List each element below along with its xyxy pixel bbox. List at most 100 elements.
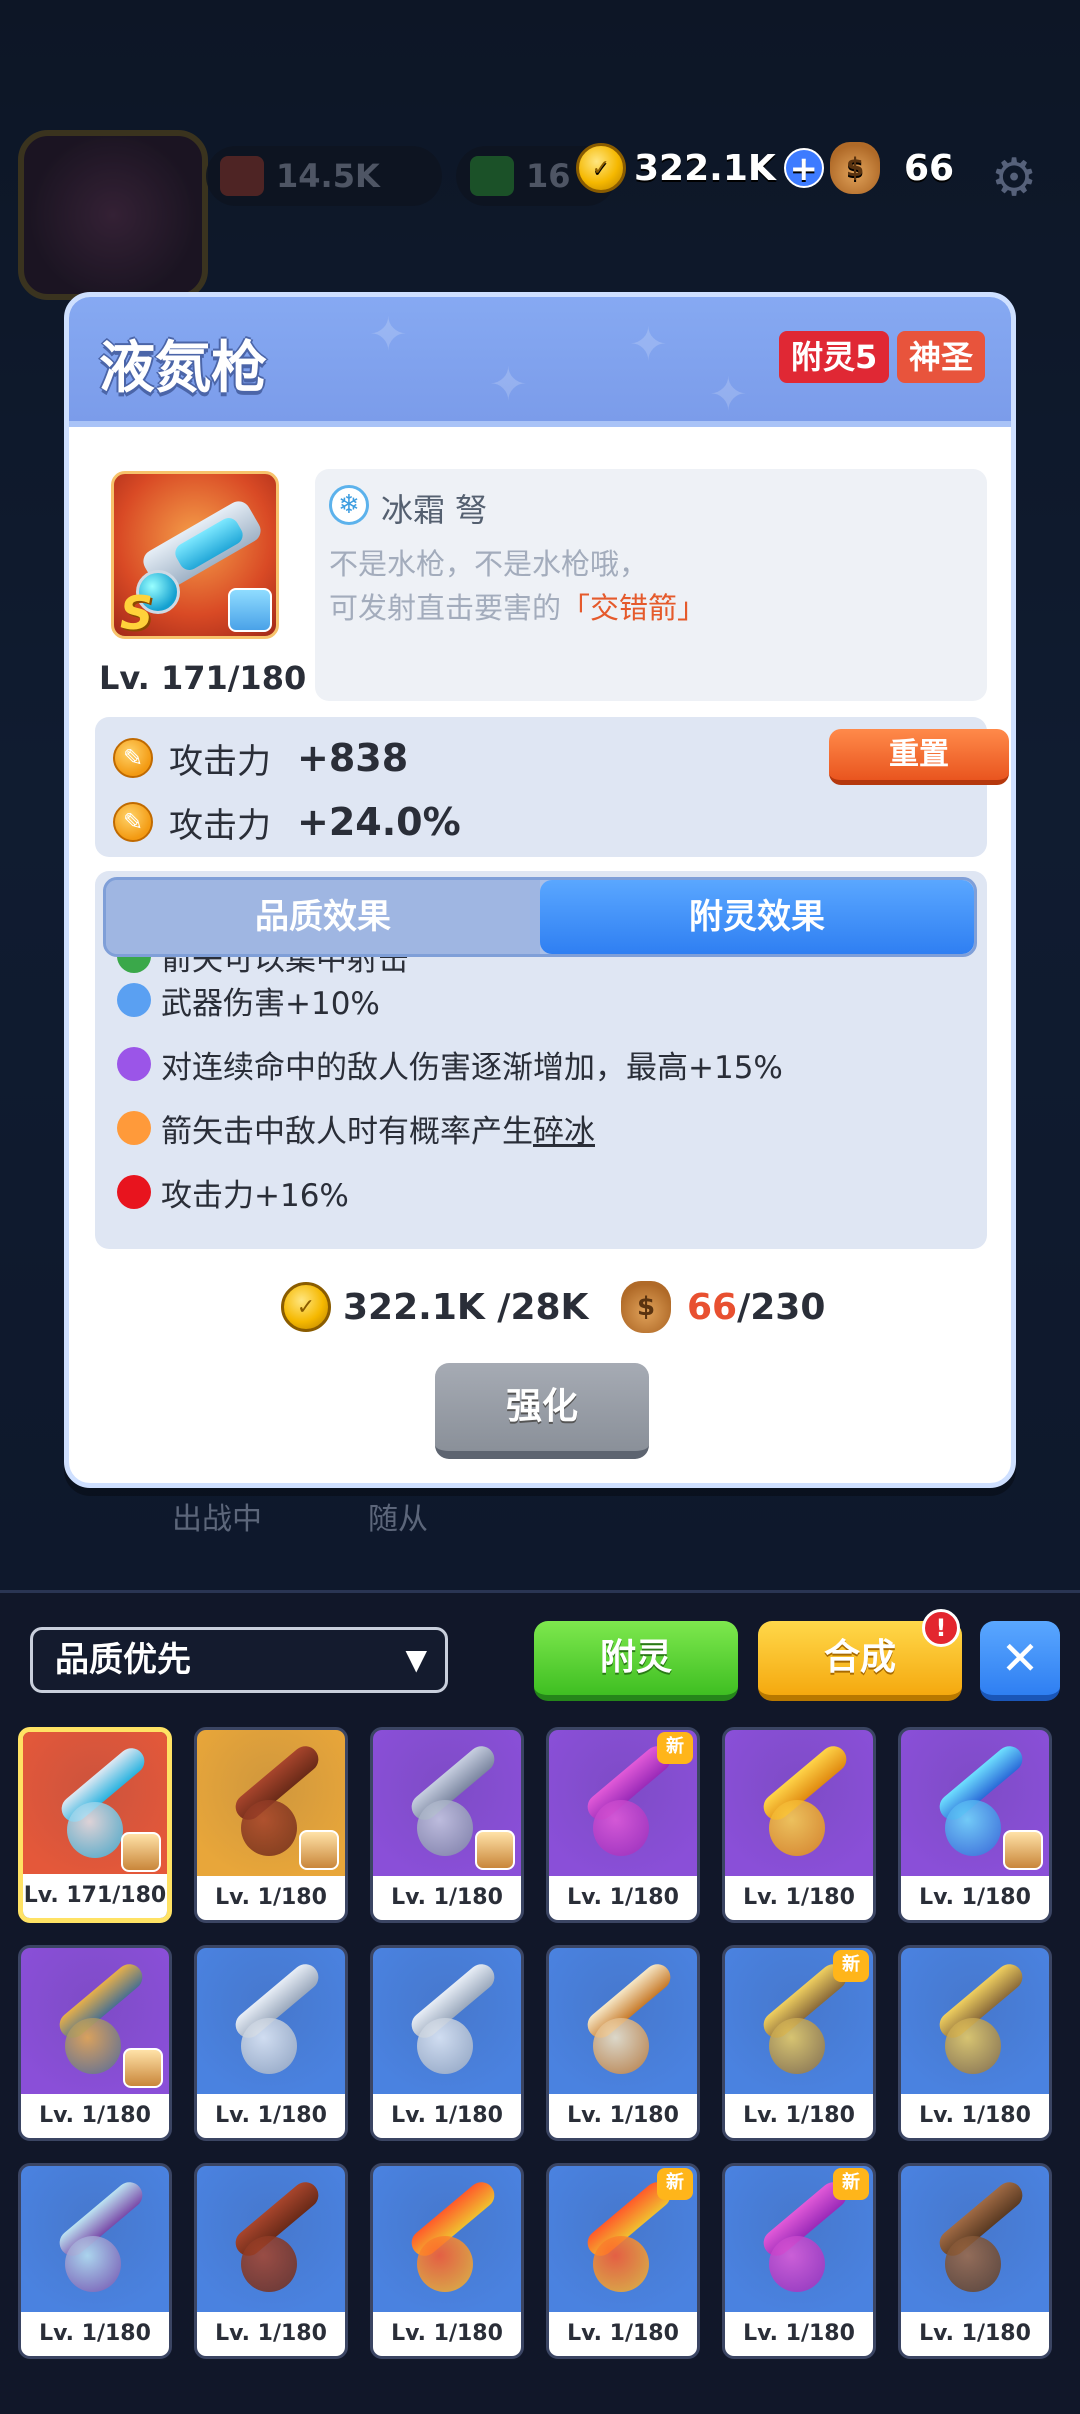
weapon-art [549, 1948, 697, 2094]
item-level: Lv. 1/180 [373, 2094, 521, 2138]
effects-panel: 品质效果 附灵效果 箭矢可以集中射击 武器伤害+10% 对连续命中的敌人伤害逐渐… [95, 871, 987, 1249]
weapon-head-shape [67, 1802, 123, 1858]
effect-keyword-link[interactable]: 碎冰 [533, 1106, 595, 1151]
effect-item: 攻击力+16% [117, 1169, 349, 1215]
weapon-art [725, 1730, 873, 1876]
effect-item: 箭矢可以集中射击 [117, 957, 409, 979]
inventory-item[interactable]: Lv. 1/180 [194, 2163, 348, 2359]
weapon-art [373, 2166, 521, 2312]
sort-dropdown[interactable]: 品质优先 ▼ [30, 1627, 448, 1693]
weapon-head-shape [945, 1800, 1001, 1856]
weapon-title: 液氮枪 [99, 336, 267, 401]
description-box: ❄ 冰霜 弩 不是水枪，不是水枪哦， 可发射直击要害的「交错箭」 [315, 469, 987, 701]
stat-row: ✎ 攻击力 +838 [113, 733, 408, 783]
inventory-item[interactable]: Lv. 1/180 [898, 2163, 1052, 2359]
description-highlight: 「交错箭」 [561, 591, 707, 625]
item-level: Lv. 1/180 [21, 2312, 169, 2356]
weapon-head-shape [65, 2018, 121, 2074]
stats-box: ✎ 攻击力 +838 ✎ 攻击力 +24.0% 重置 [95, 717, 1009, 857]
hero-avatar [1003, 1830, 1043, 1870]
weapon-head-shape [417, 2236, 473, 2292]
hero-avatar [475, 1830, 515, 1870]
item-level: Lv. 1/180 [21, 2094, 169, 2138]
effect-dot [117, 983, 151, 1017]
inventory-item[interactable]: Lv. 1/180 [194, 1727, 348, 1923]
sparkle-decoration: ✦ [709, 367, 748, 421]
weapon-head-shape [945, 2236, 1001, 2292]
new-badge: 新 [657, 2168, 693, 2200]
inventory-item[interactable]: Lv. 1/180 [898, 1727, 1052, 1923]
inventory-item[interactable]: Lv. 1/180 [194, 1945, 348, 2141]
inventory-item[interactable]: 新 Lv. 1/180 [722, 1945, 876, 2141]
hero-avatar [228, 588, 272, 632]
effect-item: 箭矢击中敌人时有概率产生 碎冰 [117, 1105, 595, 1151]
new-badge: 新 [833, 1950, 869, 1982]
inventory-item[interactable]: Lv. 1/180 [722, 1727, 876, 1923]
inventory-item[interactable]: 新 Lv. 1/180 [546, 1727, 700, 1923]
description-line-2: 可发射直击要害的「交错箭」 [329, 591, 707, 625]
item-level: Lv. 171/180 [23, 1874, 167, 1918]
hero-avatar [121, 1832, 161, 1872]
item-level: Lv. 1/180 [373, 1876, 521, 1920]
weapon-head-shape [241, 1800, 297, 1856]
effect-dot [117, 1175, 151, 1209]
hero-avatar [299, 1830, 339, 1870]
inventory-item[interactable]: Lv. 1/180 [370, 1727, 524, 1923]
item-level: Lv. 1/180 [197, 2094, 345, 2138]
inventory-item[interactable]: Lv. 1/180 [18, 2163, 172, 2359]
inventory-item[interactable]: 新 Lv. 1/180 [546, 2163, 700, 2359]
weapon-head-shape [593, 2236, 649, 2292]
effect-list[interactable]: 箭矢可以集中射击 武器伤害+10% 对连续命中的敌人伤害逐渐增加，最高+15% … [95, 957, 987, 1249]
inventory-item[interactable]: Lv. 1/180 [370, 2163, 524, 2359]
quality-badge: 神圣 [897, 331, 986, 383]
bg-label-follower: 随从 [368, 1502, 428, 1537]
effects-tabs: 品质效果 附灵效果 [103, 877, 977, 957]
tab-enchant-effects[interactable]: 附灵效果 [540, 880, 974, 954]
weapon-head-shape [241, 2018, 297, 2074]
money-bag-icon: $ [621, 1281, 671, 1333]
weapon-head-shape [945, 2018, 1001, 2074]
inventory-item[interactable]: Lv. 1/180 [370, 1945, 524, 2141]
item-level: Lv. 1/180 [197, 1876, 345, 1920]
caret-down-icon: ▼ [405, 1643, 427, 1676]
inventory-item[interactable]: 新 Lv. 1/180 [722, 2163, 876, 2359]
weapon-head-shape [769, 2236, 825, 2292]
rank-label: S [120, 586, 154, 639]
add-coins-button[interactable]: + [783, 148, 824, 188]
item-level: Lv. 1/180 [549, 2312, 697, 2356]
stat-row: ✎ 攻击力 +24.0% [113, 797, 461, 847]
hero-avatar [123, 2048, 163, 2088]
enchant-button[interactable]: 附灵 [534, 1621, 738, 1701]
item-level: Lv. 1/180 [725, 2312, 873, 2356]
bag-cost: $ 66 /230 [621, 1277, 825, 1337]
item-level: Lv. 1/180 [725, 1876, 873, 1920]
weapon-art [373, 1948, 521, 2094]
effect-dot [117, 1047, 151, 1081]
tab-quality-effects[interactable]: 品质效果 [106, 880, 540, 954]
weapon-head-shape [769, 2018, 825, 2074]
snowflake-icon: ❄ [329, 485, 369, 525]
item-level: Lv. 1/180 [549, 1876, 697, 1920]
gear-icon[interactable]: ⚙ [986, 150, 1042, 206]
item-level: Lv. 1/180 [373, 2312, 521, 2356]
inventory-item[interactable]: Lv. 171/180 [18, 1727, 172, 1923]
reset-button[interactable]: 重置 [829, 729, 1009, 785]
merge-alert-badge: ! [922, 1609, 960, 1647]
money-bag-icon: $ [830, 142, 880, 194]
upgrade-button[interactable]: 强化 [435, 1363, 649, 1459]
weapon-level: Lv. 171/180 [99, 659, 307, 697]
inventory-item[interactable]: Lv. 1/180 [898, 1945, 1052, 2141]
close-icon[interactable]: ✕ [980, 1621, 1060, 1701]
weapon-head-shape [417, 2018, 473, 2074]
weapon-head-shape [65, 2236, 121, 2292]
weapon-head-shape [593, 1800, 649, 1856]
new-badge: 新 [657, 1732, 693, 1764]
bag-counter: $ 66 [830, 140, 954, 196]
weapon-art [901, 1948, 1049, 2094]
inventory-item[interactable]: Lv. 1/180 [546, 1945, 700, 2141]
inventory-item[interactable]: Lv. 1/180 [18, 1945, 172, 2141]
weapon-card-image: S [111, 471, 279, 639]
inventory-panel: 品质优先 ▼ 附灵 合成 ! ✕ Lv. 171/180 Lv. 1/180 Lv.… [0, 1590, 1080, 2414]
weapon-head-shape [241, 2236, 297, 2292]
item-level: Lv. 1/180 [901, 1876, 1049, 1920]
